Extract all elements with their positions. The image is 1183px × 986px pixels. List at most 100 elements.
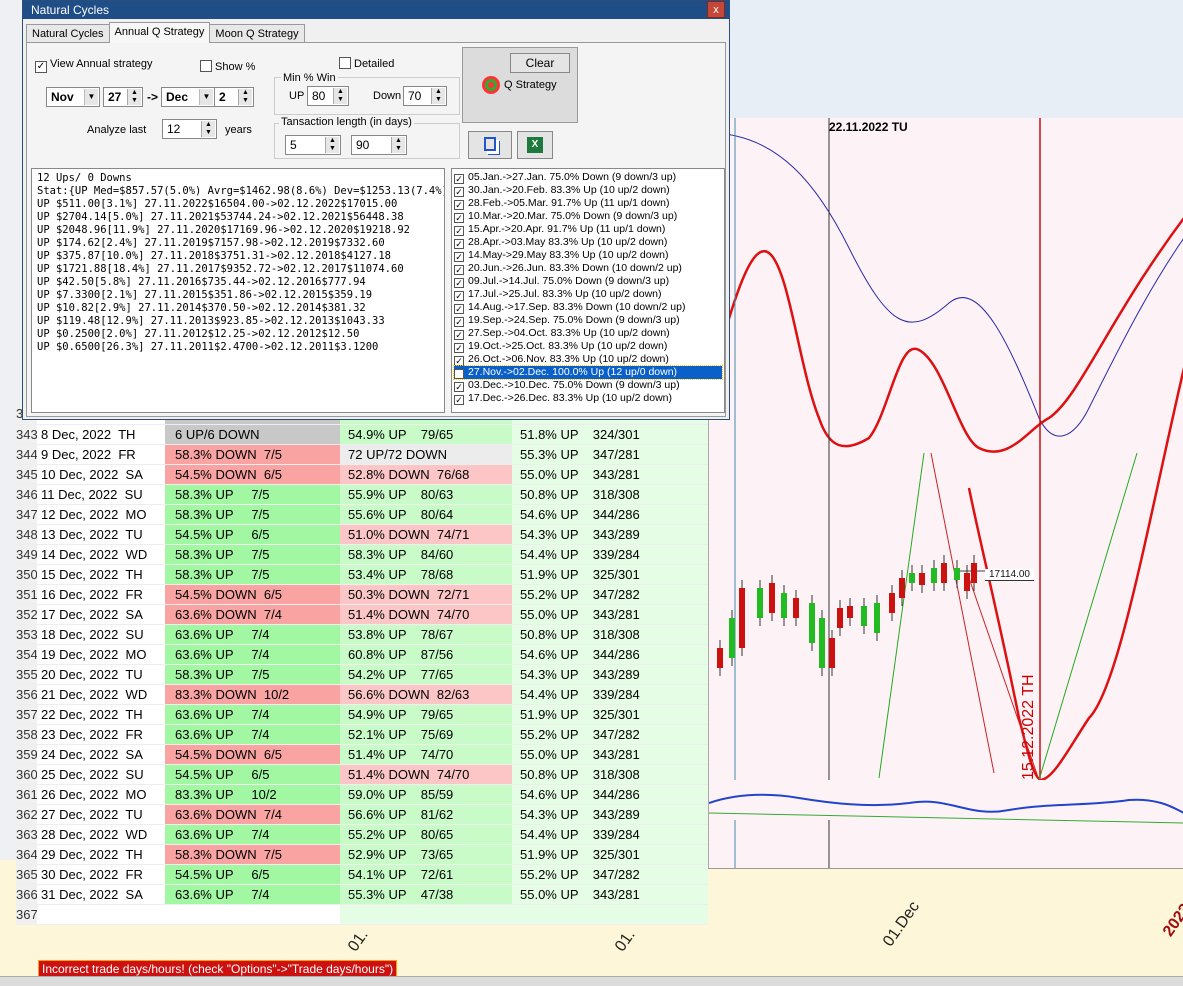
grid-row[interactable]: 350 15 Dec, 2022 TH 58.3% UP 7/5 53.4% UP 7… [16, 564, 708, 585]
tx-max-spinner[interactable]: 90 ▲ ▼ [351, 135, 407, 155]
checkbox-checked-icon[interactable]: ✓ [454, 174, 464, 184]
min-win-down-spinner[interactable]: 70 ▲ ▼ [403, 86, 447, 106]
grid-row[interactable]: 364 29 Dec, 2022 TH 58.3% DOWN 7/5 52.9% UP… [16, 844, 708, 865]
grid-row[interactable]: 343 8 Dec, 2022 TH 6 UP/6 DOWN 54.9% UP 79/… [16, 424, 708, 445]
grid-row[interactable]: 358 23 Dec, 2022 FR 63.6% UP 7/4 52.1% UP 7… [16, 724, 708, 745]
checkbox-checked-icon[interactable]: ✓ [454, 291, 464, 301]
grid-row[interactable]: 361 26 Dec, 2022 MO 83.3% UP 10/2 59.0% UP … [16, 784, 708, 805]
analyze-years-spinner[interactable]: 12 ▲ ▼ [162, 119, 217, 139]
grid-row[interactable]: 347 12 Dec, 2022 MO 58.3% UP 7/5 55.6% UP 8… [16, 504, 708, 525]
checkbox-checked-icon[interactable]: ✓ [454, 343, 464, 353]
checkbox-checked-icon[interactable]: ✓ [454, 278, 464, 288]
grid-row[interactable]: 362 27 Dec, 2022 TU 63.6% DOWN 7/4 56.6% UP… [16, 804, 708, 825]
grid-row[interactable]: 344 9 Dec, 2022 FR 58.3% DOWN 7/5 72 UP/72 … [16, 444, 708, 465]
candle-body [874, 603, 880, 633]
period-item[interactable]: ✓ 27.Sep.->04.Oct. 83.3% Up (10 up/2 down… [454, 327, 722, 340]
row-number: 343 [16, 424, 37, 445]
checkbox-checked-icon[interactable]: ✓ [454, 200, 464, 210]
period-item[interactable]: ✓ 30.Jan.->20.Feb. 83.3% Up (10 up/2 down… [454, 184, 722, 197]
to-day-spinner[interactable]: 2 ▲ ▼ [214, 87, 254, 107]
annual-cell: 54.5% UP 6/5 [165, 524, 340, 545]
excel-icon: X [527, 137, 543, 153]
min-win-up-spinner[interactable]: 80 ▲ ▼ [307, 86, 349, 106]
grid-row[interactable]: 359 24 Dec, 2022 SA 54.5% DOWN 6/5 51.4% UP… [16, 744, 708, 765]
tab-annual-q-strategy[interactable]: Annual Q Strategy [108, 22, 211, 43]
q-strategy-button[interactable]: Q Strategy [482, 76, 557, 94]
grid-row[interactable]: 351 16 Dec, 2022 FR 54.5% DOWN 6/5 50.3% DO… [16, 584, 708, 605]
stats-line: UP $1721.88[18.4%] 27.11.2017$9352.72->0… [37, 263, 404, 275]
detailed-checkbox[interactable]: Detailed [339, 57, 394, 70]
period-item[interactable]: ✓ 19.Sep.->24.Sep. 75.0% Down (9 down/3 u… [454, 314, 722, 327]
grid-row[interactable]: 345 10 Dec, 2022 SA 54.5% DOWN 6/5 52.8% DO… [16, 464, 708, 485]
period-item[interactable]: ✓ 10.Mar.->20.Mar. 75.0% Down (9 down/3 u… [454, 210, 722, 223]
period-item[interactable]: ✓ 27.Nov.->02.Dec. 100.0% Up (12 up/0 dow… [453, 365, 723, 380]
grid-row[interactable]: 352 17 Dec, 2022 SA 63.6% DOWN 7/4 51.4% DO… [16, 604, 708, 625]
checkbox-checked-icon[interactable]: ✓ [454, 226, 464, 236]
close-button[interactable]: x [707, 1, 725, 18]
total-cell: 54.4% UP 339/284 [512, 824, 708, 845]
grid-row[interactable]: 355 20 Dec, 2022 TU 58.3% UP 7/5 54.2% UP 7… [16, 664, 708, 685]
tx-min-spinner[interactable]: 5 ▲ ▼ [285, 135, 341, 155]
show-percent-checkbox[interactable]: Show % [200, 60, 255, 73]
checkbox-checked-icon[interactable]: ✓ [454, 382, 464, 392]
grid-row[interactable]: 365 30 Dec, 2022 FR 54.5% UP 6/5 54.1% UP 7… [16, 864, 708, 885]
from-month-select[interactable]: Nov ▼ [46, 87, 100, 107]
period-item[interactable]: ✓ 20.Jun.->26.Jun. 83.3% Down (10 down/2 … [454, 262, 722, 275]
period-item[interactable]: ✓ 17.Dec.->26.Dec. 83.3% Up (10 up/2 down… [454, 392, 722, 405]
period-item[interactable]: ✓ 26.Oct.->06.Nov. 83.3% Up (10 up/2 down… [454, 353, 722, 366]
grid-row[interactable]: 363 28 Dec, 2022 WD 63.6% UP 7/4 55.2% UP 8… [16, 824, 708, 845]
view-annual-label: View Annual strategy [50, 58, 153, 70]
row-number: 348 [16, 524, 37, 545]
checkbox-checked-icon[interactable]: ✓ [454, 187, 464, 197]
stats-line: UP $10.82[2.9%] 27.11.2014$370.50->02.12… [37, 302, 366, 314]
tab-natural-cycles[interactable]: Natural Cycles [26, 24, 110, 43]
period-item[interactable]: ✓ 05.Jan.->27.Jan. 75.0% Down (9 down/3 u… [454, 171, 722, 184]
checkbox-checked-icon[interactable]: ✓ [454, 330, 464, 340]
grid-row[interactable]: 346 11 Dec, 2022 SU 58.3% UP 7/5 55.9% UP 8… [16, 484, 708, 505]
transaction-length-label: Tansaction length (in days) [279, 116, 414, 128]
export-excel-button[interactable]: X [517, 131, 553, 159]
total-cell: 55.0% UP 343/281 [512, 464, 708, 485]
period-item[interactable]: ✓ 28.Feb.->05.Mar. 91.7% Up (11 up/1 down… [454, 197, 722, 210]
period-item[interactable]: ✓ 14.May->29.May 83.3% Up (10 up/2 down) [454, 249, 722, 262]
total-cell: 55.3% UP 347/281 [512, 444, 708, 465]
period-item[interactable]: ✓ 28.Apr.->03.May 83.3% Up (10 up/2 down) [454, 236, 722, 249]
checkbox-checked-icon[interactable]: ✓ [454, 213, 464, 223]
period-item[interactable]: ✓ 03.Dec.->10.Dec. 75.0% Down (9 down/3 u… [454, 379, 722, 392]
checkbox-checked-icon[interactable]: ✓ [454, 304, 464, 314]
checkbox-checked-icon[interactable]: ✓ [454, 395, 464, 405]
stats-output[interactable]: 12 Ups/ 0 Downs Stat:{UP Med=$857.57(5.0%… [31, 168, 445, 413]
period-item[interactable]: ✓ 15.Apr.->20.Apr. 91.7% Up (11 up/1 down… [454, 223, 722, 236]
period-item[interactable]: ✓ 14.Aug.->17.Sep. 83.3% Down (10 down/2 … [454, 301, 722, 314]
price-chart[interactable]: 22.11.2022 TU [708, 118, 1183, 986]
checkbox-checked-icon[interactable]: ✓ [454, 265, 464, 275]
checkbox-checked-icon[interactable]: ✓ [454, 252, 464, 262]
annual-cell: 63.6% UP 7/4 [165, 724, 340, 745]
period-item[interactable]: ✓ 09.Jul.->14.Jul. 75.0% Down (9 down/3 u… [454, 275, 722, 288]
date-cell: 9 Dec, 2022 FR [37, 444, 165, 465]
periods-list[interactable]: ✓ 05.Jan.->27.Jan. 75.0% Down (9 down/3 u… [451, 168, 725, 413]
grid-row[interactable]: 360 25 Dec, 2022 SU 54.5% UP 6/5 51.4% DOWN… [16, 764, 708, 785]
checkbox-checked-icon[interactable]: ✓ [454, 317, 464, 327]
period-item[interactable]: ✓ 17.Jul.->25.Jul. 83.3% Up (10 up/2 down… [454, 288, 722, 301]
clear-button[interactable]: Clear [510, 53, 570, 73]
view-annual-checkbox[interactable]: ✓ View Annual strategy [35, 58, 153, 73]
grid-row[interactable]: 356 21 Dec, 2022 WD 83.3% DOWN 10/2 56.6% D… [16, 684, 708, 705]
period-item[interactable]: ✓ 19.Oct.->25.Oct. 83.3% Up (10 up/2 down… [454, 340, 722, 353]
grid-row[interactable]: 366 31 Dec, 2022 SA 63.6% UP 7/4 55.3% UP 4… [16, 884, 708, 905]
tab-moon-q-strategy[interactable]: Moon Q Strategy [209, 24, 305, 43]
to-month-select[interactable]: Dec ▼ [161, 87, 215, 107]
dialog-titlebar[interactable]: Natural Cycles x [23, 1, 729, 19]
grid-row[interactable]: 349 14 Dec, 2022 WD 58.3% UP 7/5 58.3% UP 8… [16, 544, 708, 565]
grid-row[interactable]: 353 18 Dec, 2022 SU 63.6% UP 7/4 53.8% UP 7… [16, 624, 708, 645]
checkbox-checked-icon[interactable]: ✓ [454, 369, 464, 379]
copy-button[interactable] [468, 131, 512, 159]
from-day-spinner[interactable]: 27 ▲ ▼ [103, 87, 143, 107]
date-cell: 31 Dec, 2022 SA [37, 884, 165, 905]
grid-row[interactable]: 357 22 Dec, 2022 TH 63.6% UP 7/4 54.9% UP 7… [16, 704, 708, 725]
checkbox-checked-icon[interactable]: ✓ [454, 239, 464, 249]
grid-row[interactable]: 354 19 Dec, 2022 MO 63.6% UP 7/4 60.8% UP 8… [16, 644, 708, 665]
grid-row[interactable]: 367 [16, 904, 708, 925]
grid-row[interactable]: 348 13 Dec, 2022 TU 54.5% UP 6/5 51.0% DOWN… [16, 524, 708, 545]
checkbox-checked-icon[interactable]: ✓ [454, 356, 464, 366]
